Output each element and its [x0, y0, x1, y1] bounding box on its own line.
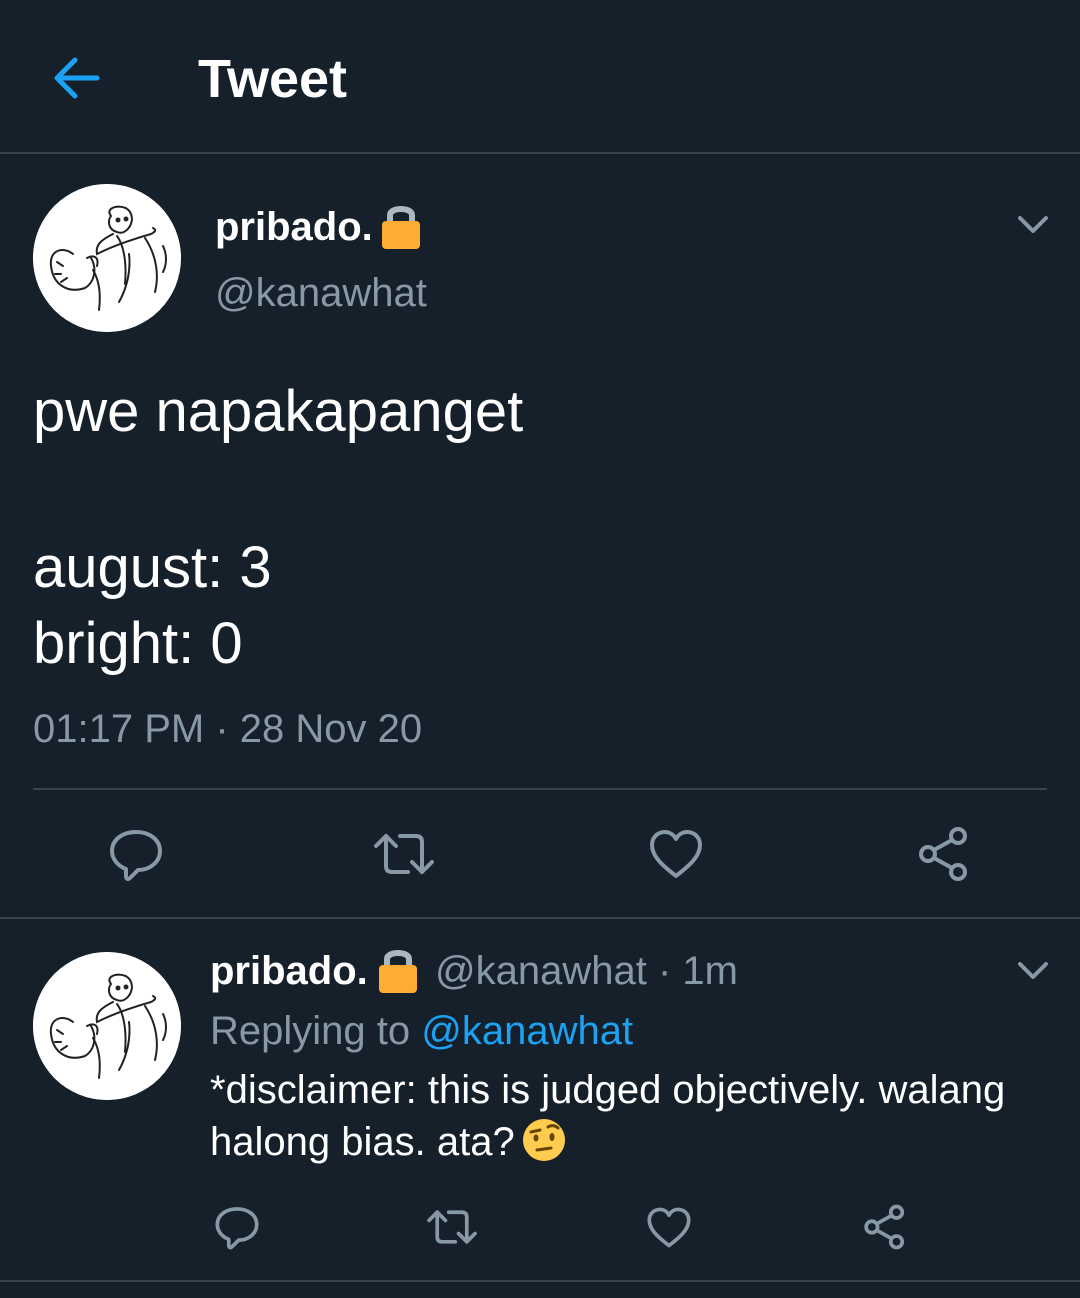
retweet-icon	[427, 1210, 477, 1244]
author-avatar[interactable]	[33, 184, 181, 332]
author-display-name[interactable]: pribado.	[215, 202, 373, 252]
tweet-timestamp[interactable]: 01:17 PM · 28 Nov 20	[33, 704, 422, 754]
replying-to-line: Replying to @kanawhat	[210, 1006, 633, 1056]
reply-icon	[215, 1207, 259, 1250]
share-button[interactable]	[908, 818, 980, 890]
tweet-text-line: bright: 0	[33, 611, 243, 676]
avatar-drawing-icon	[33, 184, 181, 332]
share-icon	[919, 827, 967, 881]
share-icon	[864, 1204, 905, 1250]
reply-button[interactable]	[100, 818, 172, 890]
replying-to-label: Replying to	[210, 1009, 411, 1053]
reply-icon	[110, 830, 162, 882]
reply-text-line: halong bias. ata?	[210, 1116, 567, 1168]
tweet-menu-button[interactable]	[1006, 198, 1060, 252]
lock-icon	[379, 950, 417, 993]
heart-icon	[647, 1207, 691, 1247]
reply-author-avatar[interactable]	[33, 952, 181, 1100]
top-app-bar: Tweet	[0, 0, 1080, 154]
reply-author-display-name[interactable]: pribado.	[210, 946, 368, 996]
share-button[interactable]	[852, 1194, 918, 1260]
retweet-button[interactable]	[419, 1194, 485, 1260]
retweet-icon	[374, 834, 434, 874]
lock-icon	[382, 206, 420, 249]
chevron-down-icon	[1018, 216, 1048, 233]
divider	[0, 917, 1080, 919]
replying-to-mention[interactable]: @kanawhat	[421, 1009, 633, 1053]
arrow-left-icon	[54, 57, 100, 99]
tweet-text-line: august: 3	[33, 535, 272, 600]
like-button[interactable]	[640, 818, 712, 890]
back-button[interactable]	[40, 42, 112, 114]
reply-author-handle-time[interactable]: @kanawhat · 1m	[435, 946, 738, 996]
chevron-down-icon	[1018, 962, 1048, 979]
face-with-raised-eyebrow-emoji	[522, 1119, 565, 1162]
reply-menu-button[interactable]	[1006, 944, 1060, 998]
like-button[interactable]	[636, 1194, 702, 1260]
avatar-drawing-icon	[33, 952, 181, 1100]
reply-text-line: *disclaimer: this is judged objectively.…	[210, 1068, 1006, 1112]
page-title: Tweet	[198, 49, 348, 109]
divider	[33, 788, 1047, 790]
heart-icon	[650, 830, 702, 878]
reply-text-line-2: halong bias. ata?	[210, 1120, 515, 1164]
retweet-button[interactable]	[368, 818, 440, 890]
tweet-text-line: pwe napakapanget	[33, 379, 524, 444]
divider	[0, 1280, 1080, 1282]
reply-button[interactable]	[204, 1194, 270, 1260]
author-handle[interactable]: @kanawhat	[215, 268, 427, 318]
